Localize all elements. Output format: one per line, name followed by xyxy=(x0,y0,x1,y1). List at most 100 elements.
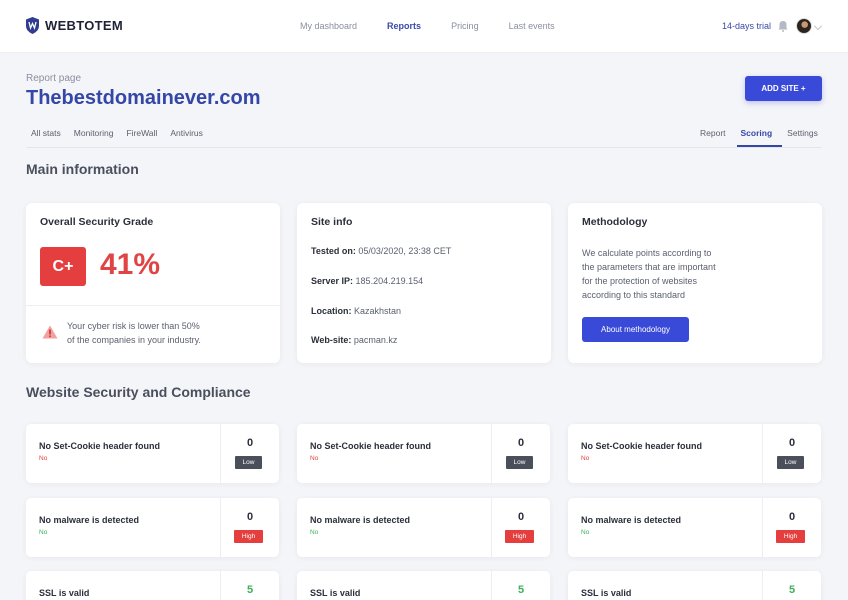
website-label: Web-site: xyxy=(311,335,352,345)
check-title: SSL is valid xyxy=(581,588,632,598)
tabs-divider xyxy=(26,147,822,148)
check-score: 0 xyxy=(517,511,525,523)
check-score: 0 xyxy=(246,511,254,523)
card-title: Site info xyxy=(311,216,353,228)
check-status: No xyxy=(39,455,48,462)
security-grade-card: Overall Security Grade C+ 41% Your cyber… xyxy=(26,203,280,363)
divider xyxy=(762,424,763,483)
compliance-check-card[interactable]: No Set-Cookie header found No 0 Low xyxy=(26,424,279,483)
compliance-check-card[interactable]: No malware is detected No 0 High xyxy=(297,498,550,557)
tested-label: Tested on: xyxy=(311,246,356,256)
risk-line-2: of the companies in your industry. xyxy=(67,335,201,345)
active-tab-indicator xyxy=(737,145,782,147)
risk-line-1: Your cyber risk is lower than 50% xyxy=(67,321,200,331)
user-avatar[interactable] xyxy=(796,18,812,34)
grade-percent: 41% xyxy=(100,248,161,281)
location-label: Location: xyxy=(311,306,352,316)
divider xyxy=(220,498,221,557)
check-score: 5 xyxy=(246,584,254,596)
check-score: 5 xyxy=(517,584,525,596)
methodology-line-1: We calculate points according to xyxy=(582,248,712,258)
compliance-check-card[interactable]: SSL is valid 5 xyxy=(26,571,279,600)
ip-label: Server IP: xyxy=(311,276,354,286)
check-title: No malware is detected xyxy=(581,515,682,525)
location-value: Kazakhstan xyxy=(354,306,402,316)
view-tabs: Report Scoring Settings xyxy=(700,128,818,138)
brand-name: WEBTOTEM xyxy=(45,18,123,33)
compliance-check-card[interactable]: No Set-Cookie header found No 0 Low xyxy=(297,424,550,483)
severity-badge: High xyxy=(234,530,263,543)
check-status: No xyxy=(39,529,48,536)
server-ip-row: Server IP: 185.204.219.154 xyxy=(311,276,423,286)
check-title: No Set-Cookie header found xyxy=(581,441,703,451)
check-status: No xyxy=(581,529,590,536)
check-title: SSL is valid xyxy=(310,588,361,598)
grade-badge: C+ xyxy=(40,247,86,286)
check-score: 0 xyxy=(246,437,254,449)
tab-all-stats[interactable]: All stats xyxy=(31,128,61,138)
tab-antivirus[interactable]: Antivirus xyxy=(170,128,203,138)
ip-value: 185.204.219.154 xyxy=(355,276,424,286)
compliance-check-card[interactable]: No malware is detected No 0 High xyxy=(568,498,821,557)
website-value[interactable]: pacman.kz xyxy=(354,335,398,345)
tab-monitoring[interactable]: Monitoring xyxy=(74,128,114,138)
section-title-compliance: Website Security and Compliance xyxy=(26,384,251,400)
methodology-line-3: for the protection of websites xyxy=(582,276,698,286)
trial-badge[interactable]: 14-days trial xyxy=(722,21,771,31)
methodology-line-2: the parameters that are important xyxy=(582,262,716,272)
divider xyxy=(762,498,763,557)
divider xyxy=(491,424,492,483)
chevron-down-icon[interactable] xyxy=(813,21,823,31)
check-score: 0 xyxy=(517,437,525,449)
nav-reports[interactable]: Reports xyxy=(387,21,421,31)
check-title: SSL is valid xyxy=(39,588,90,598)
nav-last-events[interactable]: Last events xyxy=(509,21,555,31)
divider xyxy=(220,424,221,483)
check-score: 0 xyxy=(788,511,796,523)
warning-icon xyxy=(42,325,58,339)
page-title: Thebestdomainever.com xyxy=(26,87,261,109)
nav-dashboard[interactable]: My dashboard xyxy=(300,21,357,31)
risk-message: Your cyber risk is lower than 50% of the… xyxy=(67,319,237,347)
bell-icon[interactable] xyxy=(778,20,788,32)
tab-scoring[interactable]: Scoring xyxy=(741,128,773,138)
location-row: Location: Kazakhstan xyxy=(311,306,401,316)
report-tabs: All stats Monitoring FireWall Antivirus xyxy=(31,128,216,138)
shield-logo-icon xyxy=(26,17,39,34)
check-status: No xyxy=(310,455,319,462)
main-nav: My dashboard Reports Pricing Last events xyxy=(300,21,585,31)
check-title: No Set-Cookie header found xyxy=(39,441,161,451)
check-status: No xyxy=(581,455,590,462)
tested-value: 05/03/2020, 23:38 CET xyxy=(358,246,452,256)
check-title: No malware is detected xyxy=(310,515,411,525)
compliance-check-card[interactable]: No malware is detected No 0 High xyxy=(26,498,279,557)
compliance-check-card[interactable]: No Set-Cookie header found No 0 Low xyxy=(568,424,821,483)
severity-badge: Low xyxy=(506,456,533,469)
severity-badge: Low xyxy=(777,456,804,469)
tab-firewall[interactable]: FireWall xyxy=(126,128,157,138)
nav-pricing[interactable]: Pricing xyxy=(451,21,479,31)
add-site-button[interactable]: ADD SITE + xyxy=(745,76,822,101)
severity-badge: High xyxy=(776,530,805,543)
check-status: No xyxy=(310,529,319,536)
card-title: Methodology xyxy=(582,216,648,228)
divider xyxy=(491,498,492,557)
severity-badge: High xyxy=(505,530,534,543)
tested-on-row: Tested on: 05/03/2020, 23:38 CET xyxy=(311,246,451,256)
brand-logo[interactable]: WEBTOTEM xyxy=(26,17,123,34)
tab-report[interactable]: Report xyxy=(700,128,726,138)
methodology-description: We calculate points according to the par… xyxy=(582,246,752,302)
divider xyxy=(26,305,280,306)
site-info-card: Site info Tested on: 05/03/2020, 23:38 C… xyxy=(297,203,551,363)
tab-settings[interactable]: Settings xyxy=(787,128,818,138)
card-title: Overall Security Grade xyxy=(40,216,154,228)
website-row: Web-site: pacman.kz xyxy=(311,335,397,345)
severity-badge: Low xyxy=(235,456,262,469)
compliance-check-card[interactable]: SSL is valid 5 xyxy=(568,571,821,600)
top-navbar: WEBTOTEM My dashboard Reports Pricing La… xyxy=(0,0,848,53)
section-title-main-info: Main information xyxy=(26,161,139,177)
methodology-card: Methodology We calculate points accordin… xyxy=(568,203,822,363)
methodology-line-4: according to this standard xyxy=(582,290,686,300)
compliance-check-card[interactable]: SSL is valid 5 xyxy=(297,571,550,600)
about-methodology-button[interactable]: About methodology xyxy=(582,317,689,342)
